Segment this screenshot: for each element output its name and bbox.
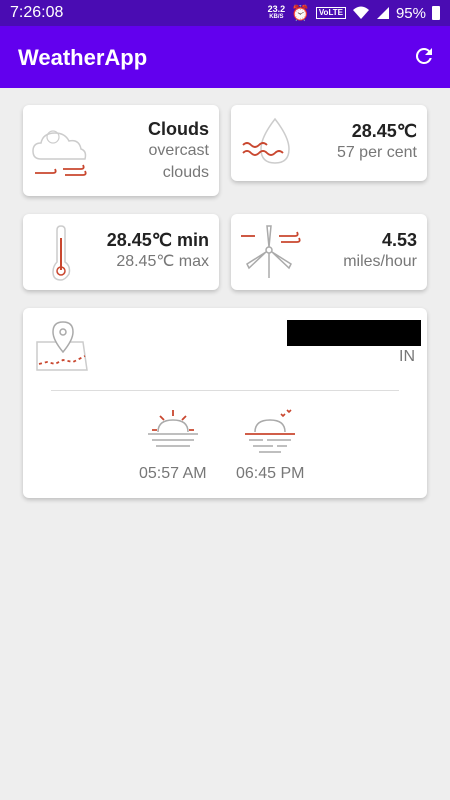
network-speed-unit: KB/S: [269, 14, 284, 20]
condition-desc-2: clouds: [162, 164, 209, 181]
water-drop-icon: [242, 117, 290, 164]
alarm-icon: ⏰: [291, 5, 310, 22]
temperature-card: 28.45℃ min 28.45℃ max: [23, 214, 219, 290]
humidity-text: 28.45℃ 57 per cent: [337, 121, 417, 164]
app-title: WeatherApp: [18, 45, 148, 70]
temperature-min: 28.45℃ min: [106, 230, 209, 250]
wind-unit: miles/hour: [343, 253, 417, 270]
status-time: 7:26:08: [10, 4, 64, 21]
temperature-max: 28.45℃ max: [116, 253, 209, 270]
sunset-block: 06:45 PM: [236, 408, 304, 483]
sunrise-block: 05:57 AM: [139, 408, 207, 483]
network-speed-value: 23.2: [267, 4, 286, 14]
app-bar: WeatherApp: [0, 26, 450, 88]
humidity-value: 57 per cent: [336, 144, 417, 161]
map-pin-icon: [36, 321, 88, 371]
condition-desc-1: overcast: [148, 142, 209, 159]
condition-text: Clouds overcast clouds: [148, 119, 209, 184]
condition-card: Clouds overcast clouds: [23, 105, 219, 196]
humidity-card: 28.45℃ 57 per cent: [231, 105, 427, 181]
divider: [51, 390, 399, 391]
volte-badge: VoLTE: [315, 7, 346, 19]
wifi-icon: [352, 6, 369, 19]
status-bar: 7:26:08 23.2 KB/S ⏰ VoLTE 95%: [0, 0, 450, 26]
temperature-text: 28.45℃ min 28.45℃ max: [107, 230, 209, 273]
sunrise-time: 05:57 AM: [139, 465, 207, 482]
wind-card: 4.53 miles/hour: [231, 214, 427, 290]
status-icons: 23.2 KB/S ⏰ VoLTE 95%: [268, 4, 440, 22]
wind-speed: 4.53: [381, 230, 417, 250]
cloud-wind-icon: [32, 130, 87, 176]
sunrise-icon: [147, 410, 198, 447]
signal-icon: [376, 7, 389, 19]
battery-level: 95%: [395, 4, 426, 22]
wind-turbine-icon: [241, 225, 301, 278]
sunset-icon: [245, 409, 296, 453]
network-speed: 23.2 KB/S: [268, 5, 286, 21]
refresh-icon[interactable]: [412, 44, 436, 68]
humidity-temp: 28.45℃: [351, 121, 417, 141]
location-card: IN 05:57 AM 06:45 PM: [23, 308, 427, 498]
country-code: IN: [399, 348, 415, 365]
thermometer-icon: [52, 225, 71, 281]
battery-icon: [432, 6, 440, 20]
wind-text: 4.53 miles/hour: [343, 230, 417, 273]
sunset-time: 06:45 PM: [236, 465, 305, 482]
city-name-redacted: [287, 320, 421, 346]
condition-main: Clouds: [148, 119, 209, 139]
